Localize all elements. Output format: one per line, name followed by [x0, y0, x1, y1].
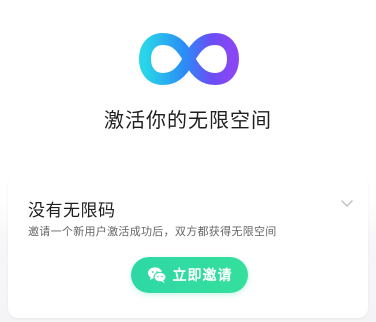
chevron-down-icon[interactable] [340, 199, 354, 209]
invite-now-button[interactable]: 立即邀请 [131, 257, 248, 293]
hero-title: 激活你的无限空间 [104, 108, 272, 132]
invite-card-subtitle: 邀请一个新用户激活成功后，双方都获得无限空间 [28, 225, 277, 238]
infinity-logo-icon [139, 33, 239, 85]
wechat-icon [147, 267, 166, 283]
invite-now-button-label: 立即邀请 [172, 268, 233, 284]
invite-card-title: 没有无限码 [28, 201, 116, 221]
invite-card[interactable]: 没有无限码 邀请一个新用户激活成功后，双方都获得无限空间 立即邀请 [8, 175, 368, 318]
